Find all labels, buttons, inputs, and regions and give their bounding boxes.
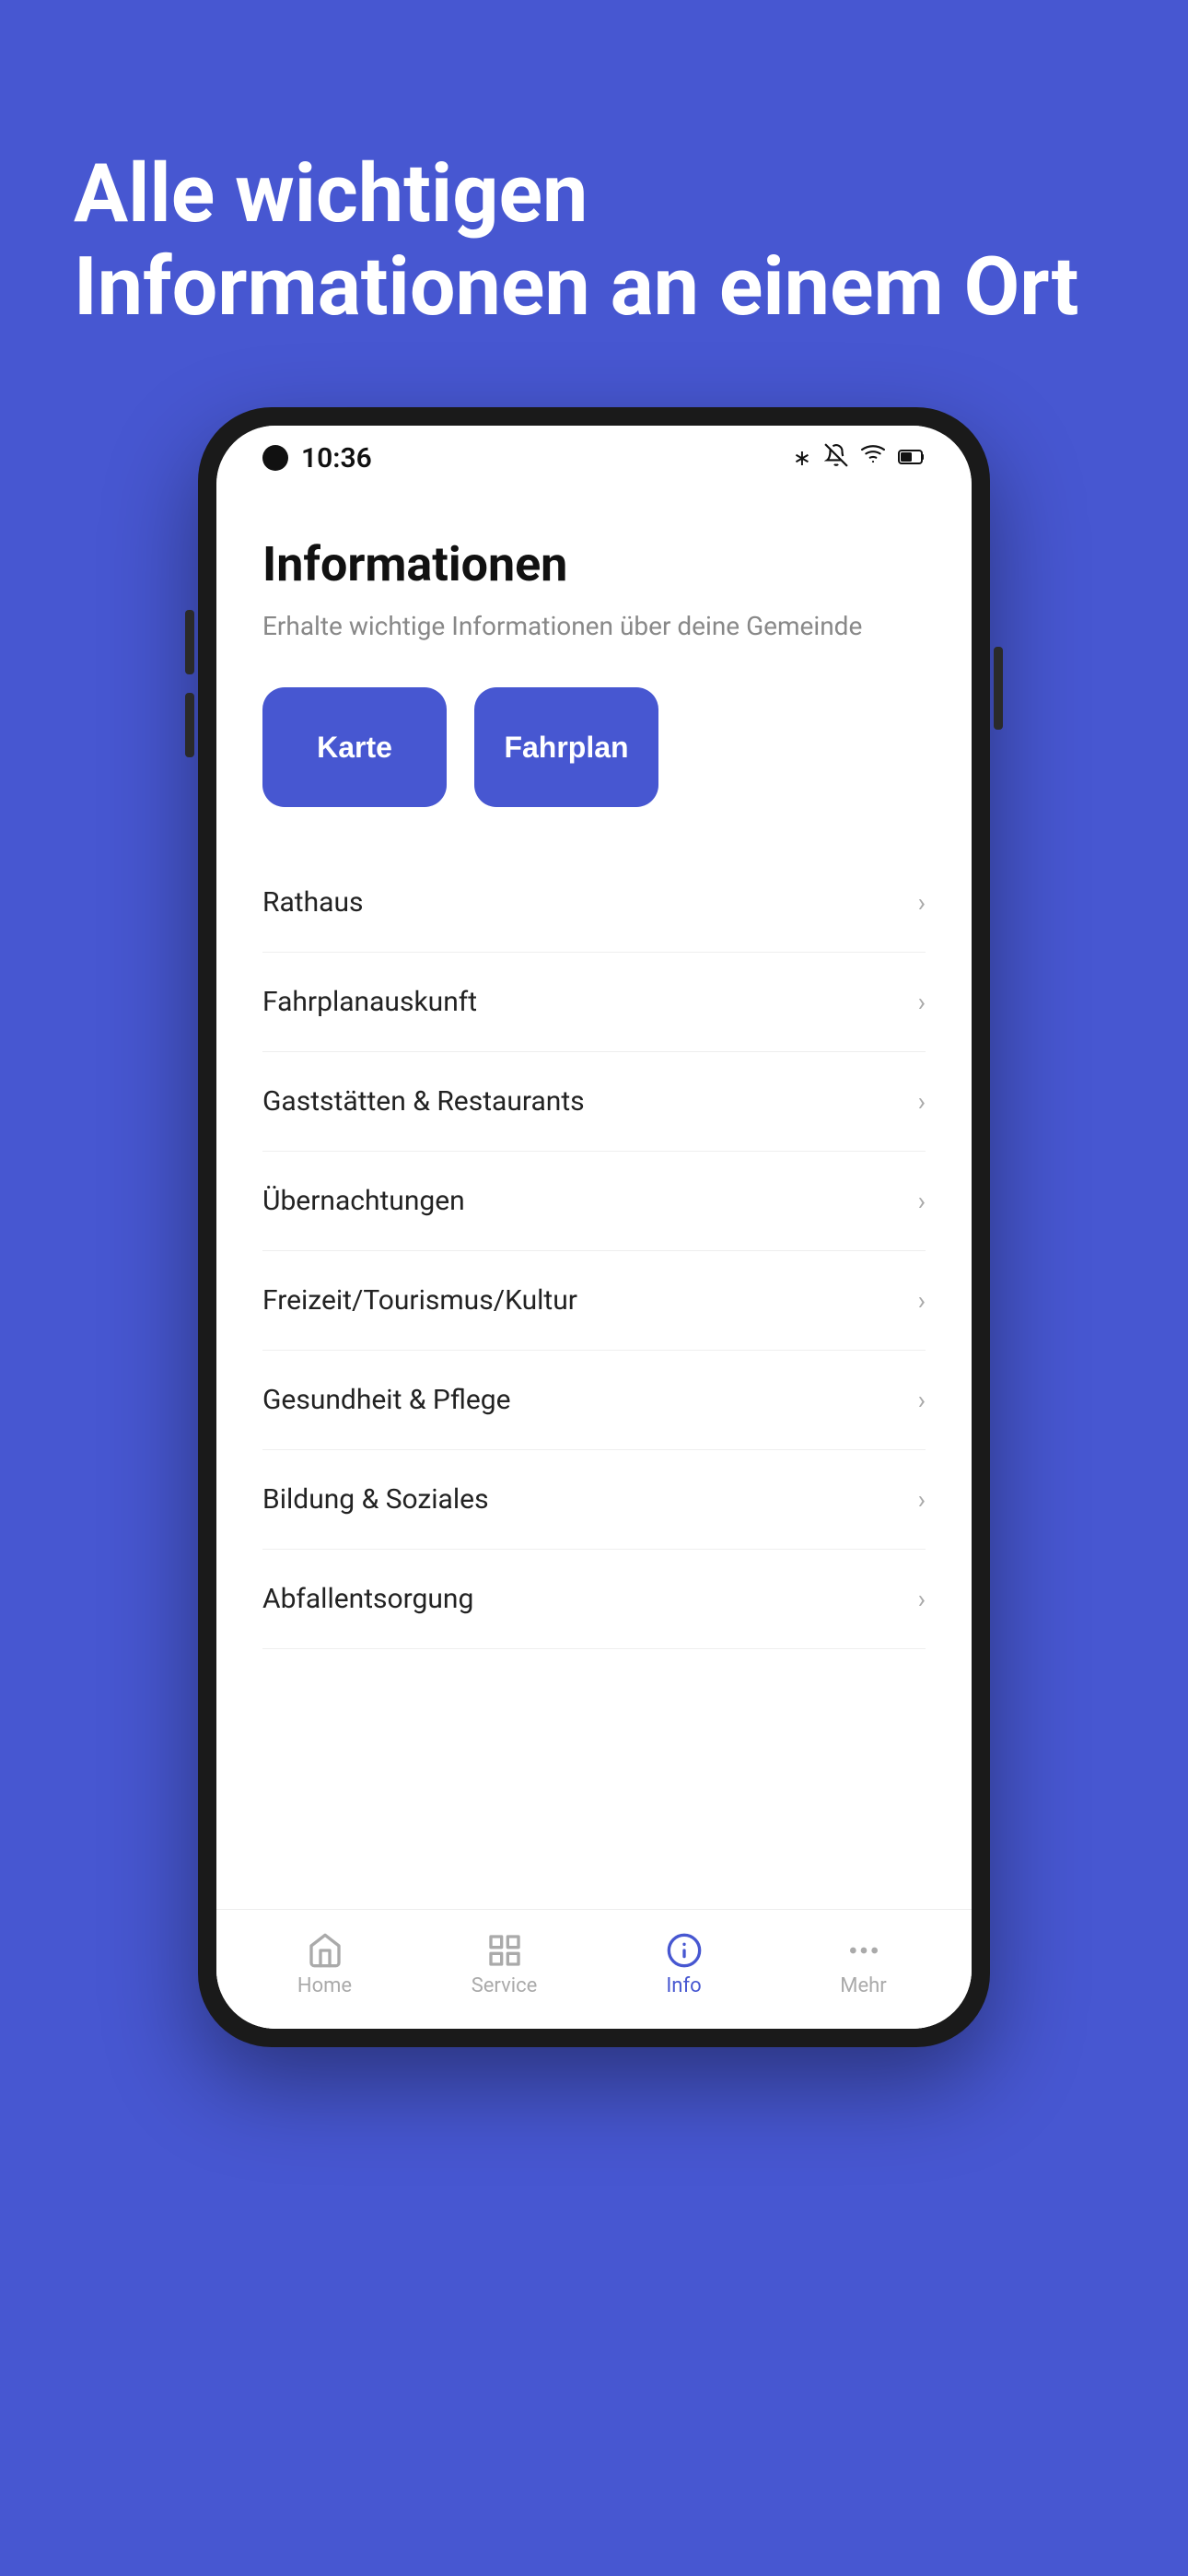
menu-item-rathaus[interactable]: Rathaus › bbox=[262, 853, 926, 953]
hero-section: Alle wichtigen Informationen an einem Or… bbox=[0, 0, 1188, 407]
karte-button[interactable]: Karte bbox=[262, 687, 447, 807]
chevron-icon: › bbox=[918, 1285, 926, 1316]
chevron-icon: › bbox=[918, 887, 926, 918]
menu-item-abfall[interactable]: Abfallentsorgung › bbox=[262, 1550, 926, 1649]
phone-screen: 10:36 ∗ bbox=[216, 426, 972, 2029]
page-title: Informationen bbox=[262, 536, 926, 592]
screen-content: Informationen Erhalte wichtige Informati… bbox=[216, 490, 972, 2029]
nav-label-mehr: Mehr bbox=[840, 1974, 886, 1997]
nav-item-info[interactable]: Info bbox=[629, 1932, 740, 1997]
nav-item-service[interactable]: Service bbox=[449, 1932, 560, 1997]
menu-item-gaststaetten[interactable]: Gaststätten & Restaurants › bbox=[262, 1052, 926, 1152]
nav-label-home: Home bbox=[297, 1974, 352, 1997]
menu-item-fahrplanauskunft[interactable]: Fahrplanauskunft › bbox=[262, 953, 926, 1052]
hero-title: Alle wichtigen Informationen an einem Or… bbox=[74, 147, 1114, 334]
chevron-icon: › bbox=[918, 1484, 926, 1515]
volume-down-button bbox=[185, 693, 194, 757]
menu-item-uebernachtungen[interactable]: Übernachtungen › bbox=[262, 1152, 926, 1251]
chevron-icon: › bbox=[918, 1086, 926, 1117]
page-subtitle: Erhalte wichtige Informationen über dein… bbox=[262, 611, 926, 641]
chevron-icon: › bbox=[918, 987, 926, 1017]
nav-item-mehr[interactable]: Mehr bbox=[809, 1932, 919, 1997]
bottom-nav: Home Service bbox=[216, 1909, 972, 2029]
volume-up-button bbox=[185, 610, 194, 674]
fahrplan-button[interactable]: Fahrplan bbox=[474, 687, 658, 807]
menu-item-bildung[interactable]: Bildung & Soziales › bbox=[262, 1450, 926, 1550]
bluetooth-icon: ∗ bbox=[793, 445, 811, 471]
app-content: Informationen Erhalte wichtige Informati… bbox=[216, 490, 972, 1909]
phone-mockup: 10:36 ∗ bbox=[198, 407, 990, 2047]
nav-label-info: Info bbox=[666, 1974, 701, 1997]
status-bar: 10:36 ∗ bbox=[216, 426, 972, 490]
quick-actions: Karte Fahrplan bbox=[262, 687, 926, 807]
wifi-icon bbox=[861, 443, 885, 473]
battery-icon bbox=[898, 445, 926, 471]
chevron-icon: › bbox=[918, 1584, 926, 1614]
menu-list: Rathaus › Fahrplanauskunft › Gaststätten… bbox=[262, 853, 926, 1649]
power-button bbox=[994, 647, 1003, 730]
status-time-group: 10:36 bbox=[262, 442, 372, 474]
nav-item-home[interactable]: Home bbox=[270, 1932, 380, 1997]
status-icons: ∗ bbox=[793, 443, 926, 473]
chevron-icon: › bbox=[918, 1385, 926, 1415]
status-time: 10:36 bbox=[301, 442, 372, 474]
nav-label-service: Service bbox=[472, 1974, 538, 1997]
menu-item-freizeit[interactable]: Freizeit/Tourismus/Kultur › bbox=[262, 1251, 926, 1351]
chevron-icon: › bbox=[918, 1186, 926, 1216]
menu-item-gesundheit[interactable]: Gesundheit & Pflege › bbox=[262, 1351, 926, 1450]
bell-off-icon bbox=[824, 443, 848, 473]
camera-dot bbox=[262, 445, 288, 471]
